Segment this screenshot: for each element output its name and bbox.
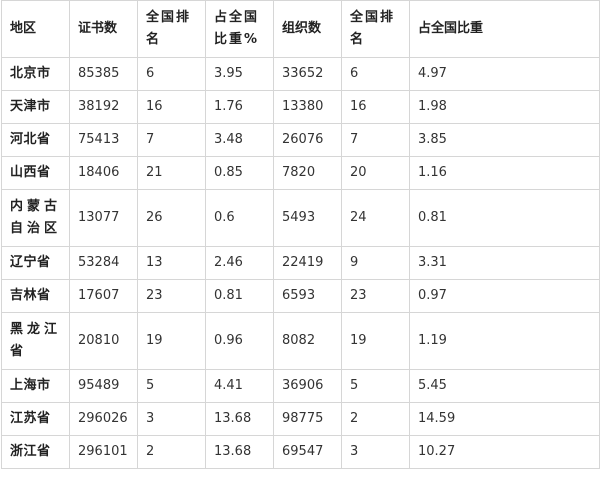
region-cell: 河北省 xyxy=(1,123,70,157)
region-cell: 北京市 xyxy=(1,57,70,91)
certificate-rank-cell: 26 xyxy=(137,189,206,247)
organization-share-cell: 1.98 xyxy=(409,90,600,124)
certificate-rank-cell: 3 xyxy=(137,402,206,436)
certificate-rank-cell: 16 xyxy=(137,90,206,124)
organization-rank-cell: 6 xyxy=(341,57,410,91)
table-row: 河北省 75413 7 3.48 26076 7 3.85 xyxy=(1,123,600,157)
certificate-rank-cell: 13 xyxy=(137,246,206,280)
organization-rank-cell: 19 xyxy=(341,312,410,370)
table-row: 北京市 85385 6 3.95 33652 6 4.97 xyxy=(1,57,600,91)
certificate-share-cell: 4.41 xyxy=(205,369,274,403)
region-cell: 上海市 xyxy=(1,369,70,403)
certificate-rank-cell: 6 xyxy=(137,57,206,91)
organization-share-cell: 1.16 xyxy=(409,156,600,190)
organization-count-cell: 36906 xyxy=(273,369,342,403)
table-row: 吉林省 17607 23 0.81 6593 23 0.97 xyxy=(1,279,600,313)
organization-count-cell: 5493 xyxy=(273,189,342,247)
certificate-share-cell: 13.68 xyxy=(205,402,274,436)
certificate-share-cell: 0.81 xyxy=(205,279,274,313)
certificate-share-cell: 0.85 xyxy=(205,156,274,190)
organization-share-cell: 1.19 xyxy=(409,312,600,370)
certificate-rank-cell: 21 xyxy=(137,156,206,190)
certificate-share-cell: 3.48 xyxy=(205,123,274,157)
table-header-row: 地区 证书数 全国排名 占全国比重% 组织数 全国排名 占全国比重 xyxy=(1,0,600,58)
header-region: 地区 xyxy=(1,0,70,58)
organization-rank-cell: 23 xyxy=(341,279,410,313)
table-row: 辽宁省 53284 13 2.46 22419 9 3.31 xyxy=(1,246,600,280)
organization-count-cell: 22419 xyxy=(273,246,342,280)
region-cell: 黑龙江省 xyxy=(1,312,70,370)
table-row: 黑龙江省 20810 19 0.96 8082 19 1.19 xyxy=(1,312,600,370)
certificate-share-cell: 0.96 xyxy=(205,312,274,370)
organization-share-cell: 5.45 xyxy=(409,369,600,403)
organization-rank-cell: 3 xyxy=(341,435,410,469)
organization-rank-cell: 7 xyxy=(341,123,410,157)
region-cell: 吉林省 xyxy=(1,279,70,313)
organization-rank-cell: 9 xyxy=(341,246,410,280)
organization-share-cell: 0.81 xyxy=(409,189,600,247)
organization-share-cell: 0.97 xyxy=(409,279,600,313)
certificate-rank-cell: 5 xyxy=(137,369,206,403)
organization-rank-cell: 2 xyxy=(341,402,410,436)
certificate-count-cell: 38192 xyxy=(69,90,138,124)
region-cell: 浙江省 xyxy=(1,435,70,469)
header-organization-share: 占全国比重 xyxy=(409,0,600,58)
certificate-share-cell: 0.6 xyxy=(205,189,274,247)
certificate-count-cell: 17607 xyxy=(69,279,138,313)
certificate-share-cell: 1.76 xyxy=(205,90,274,124)
certificate-count-cell: 20810 xyxy=(69,312,138,370)
header-certificate-share: 占全国比重% xyxy=(205,0,274,58)
region-cell: 江苏省 xyxy=(1,402,70,436)
organization-share-cell: 10.27 xyxy=(409,435,600,469)
organization-count-cell: 8082 xyxy=(273,312,342,370)
certificate-count-cell: 296101 xyxy=(69,435,138,469)
organization-count-cell: 13380 xyxy=(273,90,342,124)
table-row: 内蒙古自治区 13077 26 0.6 5493 24 0.81 xyxy=(1,189,600,247)
table-row: 山西省 18406 21 0.85 7820 20 1.16 xyxy=(1,156,600,190)
table-row: 江苏省 296026 3 13.68 98775 2 14.59 xyxy=(1,402,600,436)
certificate-rank-cell: 23 xyxy=(137,279,206,313)
table-row: 浙江省 296101 2 13.68 69547 3 10.27 xyxy=(1,435,600,469)
certificate-rank-cell: 2 xyxy=(137,435,206,469)
organization-rank-cell: 20 xyxy=(341,156,410,190)
certificate-count-cell: 85385 xyxy=(69,57,138,91)
organization-count-cell: 26076 xyxy=(273,123,342,157)
organization-count-cell: 98775 xyxy=(273,402,342,436)
header-organization-count: 组织数 xyxy=(273,0,342,58)
region-cell: 辽宁省 xyxy=(1,246,70,280)
region-cell: 内蒙古自治区 xyxy=(1,189,70,247)
organization-share-cell: 4.97 xyxy=(409,57,600,91)
region-cell: 天津市 xyxy=(1,90,70,124)
certificate-share-cell: 13.68 xyxy=(205,435,274,469)
certificate-share-cell: 2.46 xyxy=(205,246,274,280)
header-organization-rank: 全国排名 xyxy=(341,0,410,58)
certificate-count-cell: 296026 xyxy=(69,402,138,436)
table-row: 上海市 95489 5 4.41 36906 5 5.45 xyxy=(1,369,600,403)
organization-share-cell: 3.85 xyxy=(409,123,600,157)
certificate-share-cell: 3.95 xyxy=(205,57,274,91)
organization-count-cell: 33652 xyxy=(273,57,342,91)
organization-count-cell: 7820 xyxy=(273,156,342,190)
certificate-count-cell: 95489 xyxy=(69,369,138,403)
organization-count-cell: 69547 xyxy=(273,435,342,469)
certificate-rank-cell: 19 xyxy=(137,312,206,370)
header-certificate-count: 证书数 xyxy=(69,0,138,58)
header-certificate-rank: 全国排名 xyxy=(137,0,206,58)
certificate-count-cell: 18406 xyxy=(69,156,138,190)
organization-share-cell: 3.31 xyxy=(409,246,600,280)
certificate-rank-cell: 7 xyxy=(137,123,206,157)
certificate-count-cell: 53284 xyxy=(69,246,138,280)
organization-share-cell: 14.59 xyxy=(409,402,600,436)
region-cell: 山西省 xyxy=(1,156,70,190)
organization-count-cell: 6593 xyxy=(273,279,342,313)
table-row: 天津市 38192 16 1.76 13380 16 1.98 xyxy=(1,90,600,124)
statistics-table: 地区 证书数 全国排名 占全国比重% 组织数 全国排名 占全国比重 北京市 85… xyxy=(1,0,600,469)
organization-rank-cell: 24 xyxy=(341,189,410,247)
certificate-count-cell: 75413 xyxy=(69,123,138,157)
organization-rank-cell: 5 xyxy=(341,369,410,403)
certificate-count-cell: 13077 xyxy=(69,189,138,247)
organization-rank-cell: 16 xyxy=(341,90,410,124)
